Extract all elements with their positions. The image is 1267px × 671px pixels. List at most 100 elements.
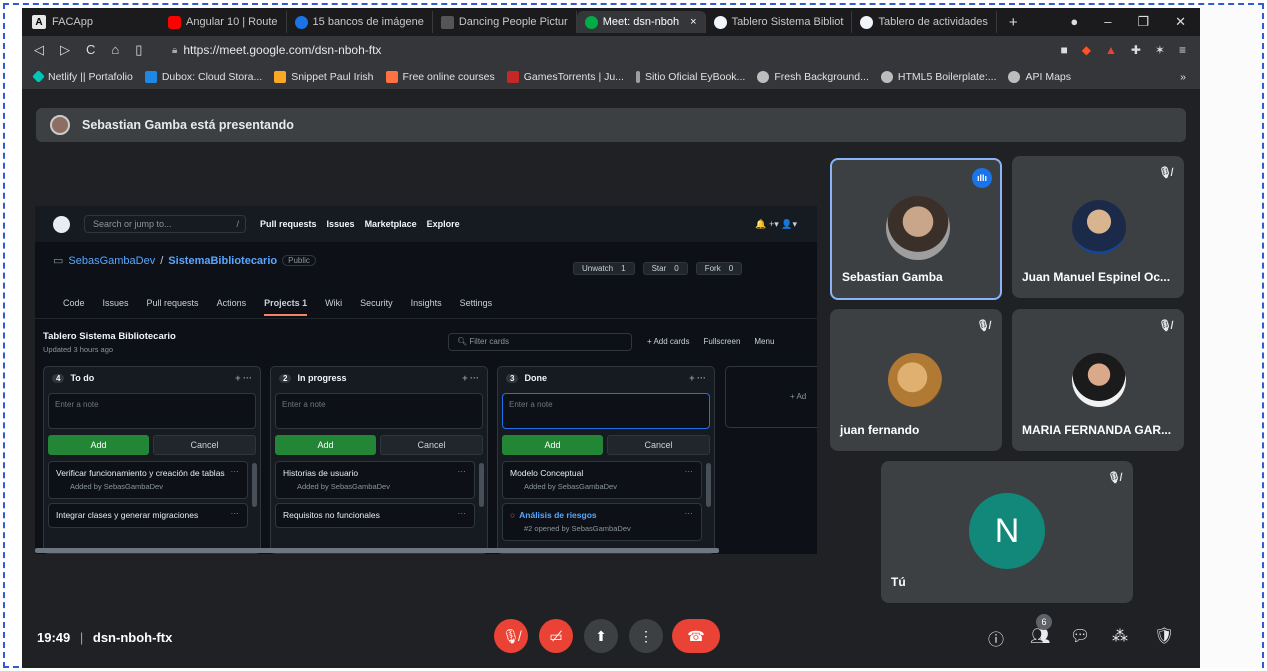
- restore-button[interactable]: ❐: [1137, 14, 1149, 30]
- card[interactable]: Modelo Conceptual Added by SebasGambaDev…: [502, 461, 702, 499]
- menu-button[interactable]: Menu: [754, 337, 774, 346]
- bookmark-api-maps[interactable]: API Maps: [1008, 70, 1071, 83]
- card[interactable]: Integrar clases y generar migraciones ··…: [48, 503, 248, 528]
- tab-tablero-sistema[interactable]: Tablero Sistema Bibliot: [706, 11, 853, 33]
- column-menu-icon[interactable]: + ···: [235, 373, 252, 383]
- more-icon[interactable]: ···: [231, 465, 240, 478]
- bookmarks-more-button[interactable]: »: [1180, 71, 1200, 83]
- menu-icon[interactable]: ≡: [1179, 43, 1186, 57]
- extension-icon[interactable]: ✶: [1155, 43, 1165, 57]
- bookmark-html5-boilerplate[interactable]: HTML5 Boilerplate:...: [880, 70, 996, 83]
- github-search-input[interactable]: Search or jump to... /: [84, 215, 246, 233]
- participant-tile-maria-fernanda[interactable]: 🎙︎̸ MARIA FERNANDA GAR...: [1012, 309, 1184, 451]
- horizontal-scrollbar[interactable]: [35, 548, 719, 553]
- more-icon[interactable]: ···: [458, 507, 467, 520]
- note-input[interactable]: Enter a note: [48, 393, 256, 429]
- bookmark-gamestorrents[interactable]: GamesTorrents | Ju...: [506, 70, 624, 83]
- tab-pull-requests[interactable]: Pull requests: [147, 298, 199, 316]
- fork-button[interactable]: Fork 0: [695, 262, 743, 275]
- column-scrollbar[interactable]: [479, 463, 484, 507]
- tab-issues[interactable]: Issues: [103, 298, 129, 316]
- activities-icon[interactable]: ⁂: [1112, 626, 1128, 646]
- note-input[interactable]: Enter a note: [275, 393, 483, 429]
- forward-icon[interactable]: ▷: [60, 42, 70, 58]
- chat-icon[interactable]: 💬︎: [1070, 626, 1090, 646]
- back-icon[interactable]: ◁: [34, 42, 44, 58]
- column-scrollbar[interactable]: [252, 463, 257, 507]
- filter-cards-input[interactable]: 🔍︎ Filter cards: [448, 333, 632, 351]
- cancel-button[interactable]: Cancel: [380, 435, 483, 455]
- mic-toggle-button[interactable]: 🎙︎̸: [494, 619, 528, 653]
- bookmark-courses[interactable]: Free online courses: [385, 70, 495, 83]
- add-column-button[interactable]: + Ad: [725, 366, 817, 428]
- column-menu-icon[interactable]: + ···: [462, 373, 479, 383]
- camera-icon[interactable]: ■: [1060, 43, 1067, 57]
- participant-tile-juan-fernando[interactable]: 🎙︎̸ juan fernando: [830, 309, 1002, 451]
- issue-card[interactable]: Análisis de riesgos #2 opened by SebasGa…: [502, 503, 702, 541]
- add-button[interactable]: Add: [275, 435, 376, 455]
- bookmark-icon[interactable]: ▯: [135, 42, 142, 58]
- nav-pull-requests[interactable]: Pull requests: [260, 219, 317, 229]
- participant-tile-juan-manuel[interactable]: 🎙︎̸ Juan Manuel Espinel Oc...: [1012, 156, 1184, 298]
- tab-angular[interactable]: Angular 10 | Route: [160, 11, 287, 33]
- more-icon[interactable]: ···: [231, 507, 240, 520]
- reload-icon[interactable]: C: [86, 42, 95, 58]
- add-button[interactable]: Add: [502, 435, 603, 455]
- cancel-button[interactable]: Cancel: [607, 435, 710, 455]
- tab-wiki[interactable]: Wiki: [325, 298, 342, 316]
- star-button[interactable]: Star 0: [642, 262, 688, 275]
- tab-image-banks[interactable]: 15 bancos de imágene: [287, 11, 433, 33]
- bookmark-netlify[interactable]: Netlify || Portafolio: [32, 70, 133, 83]
- warning-icon[interactable]: ▲: [1105, 43, 1117, 57]
- url-field[interactable]: 🔒︎ https://meet.google.com/dsn-nboh-ftx: [172, 43, 381, 57]
- tab-settings[interactable]: Settings: [460, 298, 493, 316]
- bookmark-dubox[interactable]: Dubox: Cloud Stora...: [144, 70, 262, 83]
- card[interactable]: Historias de usuario Added by SebasGamba…: [275, 461, 475, 499]
- column-menu-icon[interactable]: + ···: [689, 373, 706, 383]
- bookmark-snippet[interactable]: Snippet Paul Irish: [274, 70, 374, 83]
- tab-security[interactable]: Security: [360, 298, 393, 316]
- minimize-button[interactable]: –: [1104, 14, 1111, 30]
- tab-code[interactable]: Code: [63, 298, 85, 316]
- bookmark-fresh-background[interactable]: Fresh Background...: [757, 70, 869, 83]
- tab-insights[interactable]: Insights: [411, 298, 442, 316]
- close-icon[interactable]: ×: [690, 16, 696, 28]
- present-screen-button[interactable]: ⬆: [584, 619, 618, 653]
- card[interactable]: Requisitos no funcionales ···: [275, 503, 475, 528]
- tab-tablero-actividades[interactable]: Tablero de actividades: [852, 11, 997, 33]
- fullscreen-button[interactable]: Fullscreen: [703, 337, 740, 346]
- info-icon[interactable]: ⓘ: [988, 626, 1004, 650]
- profile-icon[interactable]: ●: [1070, 14, 1078, 30]
- note-input[interactable]: Enter a note: [502, 393, 710, 429]
- leave-call-button[interactable]: ☎: [672, 619, 720, 653]
- home-icon[interactable]: ⌂: [111, 42, 119, 58]
- cancel-button[interactable]: Cancel: [153, 435, 256, 455]
- card[interactable]: Verificar funcionamiento y creación de t…: [48, 461, 248, 499]
- host-controls-icon[interactable]: 🛡︎: [1154, 626, 1174, 646]
- more-options-button[interactable]: ⋮: [629, 619, 663, 653]
- new-tab-button[interactable]: +: [997, 14, 1018, 31]
- github-header-actions[interactable]: 🔔 +▾ 👤▾: [755, 219, 817, 230]
- tab-meet[interactable]: Meet: dsn-nboh ×: [576, 11, 706, 33]
- add-button[interactable]: Add: [48, 435, 149, 455]
- tab-actions[interactable]: Actions: [217, 298, 247, 316]
- participant-tile-you[interactable]: 🎙︎̸ N Tú: [881, 461, 1133, 603]
- column-scrollbar[interactable]: [706, 463, 711, 507]
- participant-tile-sebastian[interactable]: ıllı Sebastian Gamba: [830, 158, 1002, 300]
- more-icon[interactable]: ···: [685, 465, 694, 478]
- tab-dancing-people[interactable]: Dancing People Pictur: [433, 11, 577, 33]
- unwatch-button[interactable]: Unwatch 1: [573, 262, 635, 275]
- puzzle-icon[interactable]: ✚: [1131, 43, 1141, 57]
- close-window-button[interactable]: ✕: [1175, 14, 1186, 30]
- nav-explore[interactable]: Explore: [427, 219, 460, 229]
- more-icon[interactable]: ···: [685, 507, 694, 520]
- repo-name-link[interactable]: SistemaBibliotecario: [168, 255, 277, 267]
- nav-issues[interactable]: Issues: [327, 219, 355, 229]
- add-cards-button[interactable]: + Add cards: [647, 337, 689, 346]
- bookmark-eybook[interactable]: Sitio Oficial EyBook...: [635, 70, 745, 83]
- camera-toggle-button[interactable]: ▭̸: [539, 619, 573, 653]
- nav-marketplace[interactable]: Marketplace: [365, 219, 417, 229]
- repo-owner-link[interactable]: SebasGambaDev: [68, 255, 155, 267]
- tab-projects[interactable]: Projects 1: [264, 298, 308, 316]
- more-icon[interactable]: ···: [458, 465, 467, 478]
